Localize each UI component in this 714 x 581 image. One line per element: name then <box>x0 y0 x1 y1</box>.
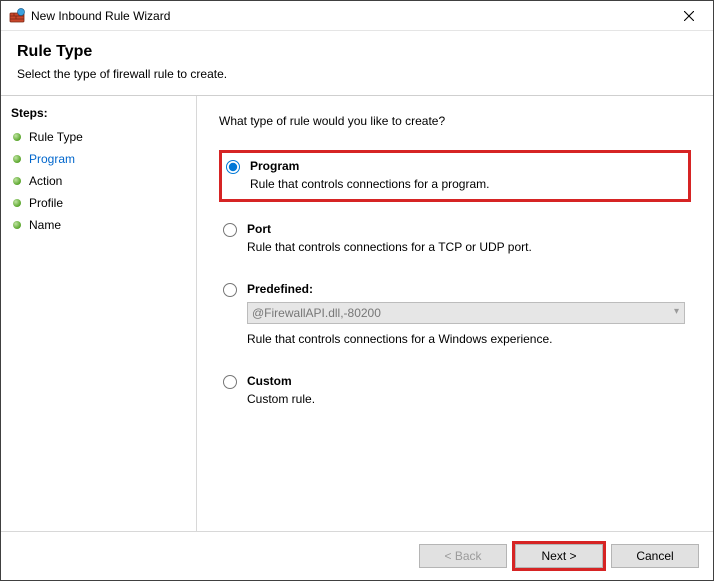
step-rule-type[interactable]: Rule Type <box>11 126 188 148</box>
prompt-text: What type of rule would you like to crea… <box>219 114 691 128</box>
steps-sidebar: Steps: Rule Type Program Action Profile … <box>1 96 197 531</box>
bullet-icon <box>13 133 21 141</box>
step-label: Rule Type <box>29 130 83 144</box>
main-panel: What type of rule would you like to crea… <box>197 96 713 531</box>
step-label: Program <box>29 152 75 166</box>
predefined-select-wrap: ▾ <box>247 296 685 328</box>
option-desc: Rule that controls connections for a TCP… <box>247 240 685 254</box>
option-body: Custom Custom rule. <box>247 374 685 406</box>
bullet-icon <box>13 177 21 185</box>
option-body: Predefined: ▾ Rule that controls connect… <box>247 282 685 346</box>
cancel-button[interactable]: Cancel <box>611 544 699 568</box>
step-program[interactable]: Program <box>11 148 188 170</box>
step-label: Action <box>29 174 62 188</box>
wizard-header: Rule Type Select the type of firewall ru… <box>1 31 713 95</box>
option-body: Port Rule that controls connections for … <box>247 222 685 254</box>
bullet-icon <box>13 199 21 207</box>
predefined-select[interactable] <box>247 302 685 324</box>
option-port[interactable]: Port Rule that controls connections for … <box>219 216 691 262</box>
option-title: Predefined: <box>247 282 685 296</box>
bullet-icon <box>13 155 21 163</box>
titlebar: New Inbound Rule Wizard <box>1 1 713 31</box>
next-button[interactable]: Next > <box>515 544 603 568</box>
bullet-icon <box>13 221 21 229</box>
page-subtitle: Select the type of firewall rule to crea… <box>17 67 697 81</box>
radio-program[interactable] <box>226 160 240 174</box>
wizard-footer: < Back Next > Cancel <box>1 531 713 580</box>
close-icon <box>684 11 694 21</box>
wizard-body: Steps: Rule Type Program Action Profile … <box>1 96 713 531</box>
option-desc: Custom rule. <box>247 392 685 406</box>
step-action[interactable]: Action <box>11 170 188 192</box>
wizard-window: New Inbound Rule Wizard Rule Type Select… <box>0 0 714 581</box>
step-label: Profile <box>29 196 63 210</box>
window-title: New Inbound Rule Wizard <box>31 9 667 23</box>
rule-type-options: Program Rule that controls connections f… <box>219 150 691 414</box>
option-desc: Rule that controls connections for a pro… <box>250 177 682 191</box>
spacer <box>219 414 691 521</box>
radio-custom[interactable] <box>223 375 237 389</box>
option-body: Program Rule that controls connections f… <box>250 159 682 191</box>
radio-port[interactable] <box>223 223 237 237</box>
option-title: Custom <box>247 374 685 388</box>
step-name[interactable]: Name <box>11 214 188 236</box>
option-title: Port <box>247 222 685 236</box>
option-predefined[interactable]: Predefined: ▾ Rule that controls connect… <box>219 276 691 354</box>
firewall-icon <box>9 8 25 24</box>
step-label: Name <box>29 218 61 232</box>
step-profile[interactable]: Profile <box>11 192 188 214</box>
back-button[interactable]: < Back <box>419 544 507 568</box>
close-button[interactable] <box>667 2 711 30</box>
page-title: Rule Type <box>17 43 697 61</box>
steps-title: Steps: <box>11 106 188 120</box>
radio-predefined[interactable] <box>223 283 237 297</box>
option-program[interactable]: Program Rule that controls connections f… <box>219 150 691 202</box>
option-title: Program <box>250 159 682 173</box>
option-desc: Rule that controls connections for a Win… <box>247 332 685 346</box>
option-custom[interactable]: Custom Custom rule. <box>219 368 691 414</box>
